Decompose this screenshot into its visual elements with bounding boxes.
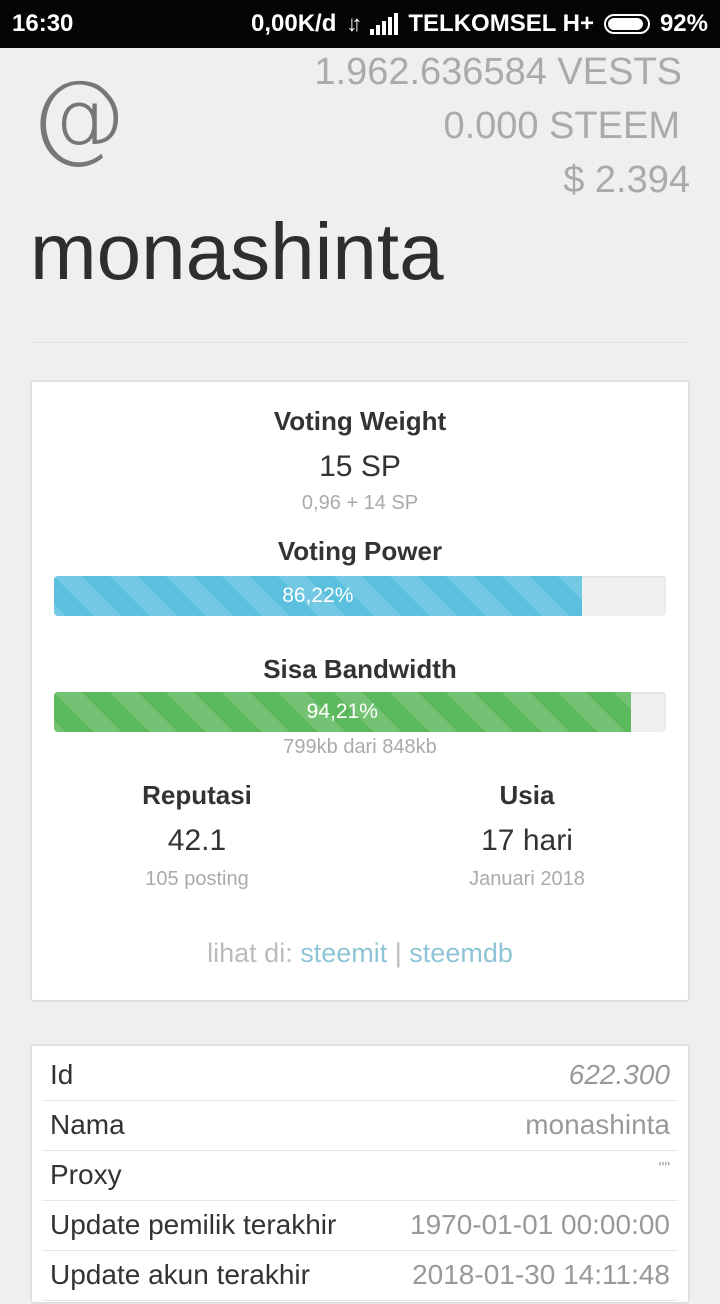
bandwidth-detail: 799kb dari 848kb (283, 736, 437, 758)
age-label: Usia (499, 780, 555, 810)
account-details-table: Id 622.300 Nama monashinta Proxy "" Upda… (30, 1044, 690, 1304)
voting-weight-detail: 0,96 + 14 SP (301, 492, 419, 514)
voting-power-label: Voting Power (277, 536, 443, 566)
account-stats-card: Voting Weight 15 SP 0,96 + 14 SP Voting … (30, 380, 690, 1002)
data-transfer-icon: ↓↑ (346, 11, 362, 36)
table-row: Update pemilik terakhir 1970-01-01 00:00… (42, 1200, 678, 1251)
steemdb-link[interactable]: steemdb (409, 938, 513, 968)
row-key: Nama (50, 1109, 125, 1140)
row-key: Update akun terakhir (50, 1259, 310, 1290)
external-links: lihat di: steemit | steemdb (32, 938, 688, 969)
table-row: Nama monashinta (42, 1100, 678, 1151)
username-title: monashinta (30, 207, 444, 296)
table-row: Update akun terakhir 2018-01-30 14:11:48 (42, 1250, 678, 1301)
row-value: 2018-01-30 14:11:48 (412, 1259, 670, 1290)
table-row: Id 622.300 (42, 1050, 678, 1101)
bandwidth-label: Sisa Bandwidth (263, 654, 457, 684)
status-time: 16:30 (12, 10, 74, 37)
steem-balance: 0.000 STEEM (443, 105, 680, 147)
header-divider (30, 342, 690, 343)
age-value: 17 hari (481, 824, 573, 857)
row-value: 1970-01-01 00:00:00 (410, 1209, 670, 1240)
bandwidth-bar: 94,21% (54, 692, 666, 732)
voting-weight-label: Voting Weight (273, 406, 447, 436)
signal-icon (370, 13, 399, 35)
battery-icon (603, 14, 650, 34)
usd-balance: $ 2.394 (563, 159, 690, 201)
row-value: "" (658, 1160, 670, 1177)
row-value: monashinta (525, 1109, 670, 1140)
bandwidth-fill: 94,21% (54, 692, 631, 732)
battery-percent: 92% (659, 10, 708, 37)
row-key: Proxy (50, 1159, 122, 1190)
at-sign-icon: @ (30, 60, 126, 172)
links-prefix: lihat di: (207, 938, 293, 968)
row-value: 622.300 (568, 1059, 670, 1090)
reputation-label: Reputasi (142, 780, 252, 810)
status-bar: 16:30 0,00K/d ↓↑ TELKOMSEL H+ 92% (0, 0, 720, 48)
voting-weight-value: 15 SP (319, 450, 401, 483)
table-row: Proxy "" (42, 1150, 678, 1201)
age-detail: Januari 2018 (469, 868, 585, 890)
reputation-detail: 105 posting (145, 868, 249, 890)
network-speed: 0,00K/d (251, 10, 337, 37)
row-key: Id (50, 1059, 74, 1090)
row-key: Update pemilik terakhir (50, 1209, 337, 1240)
status-right: 0,00K/d ↓↑ TELKOMSEL H+ 92% (251, 0, 708, 48)
voting-power-fill: 86,22% (54, 576, 582, 616)
reputation-value: 42.1 (167, 824, 227, 857)
voting-power-bar: 86,22% (54, 576, 666, 616)
steemit-link[interactable]: steemit (300, 938, 387, 968)
vests-balance: 1.962.636584 VESTS (314, 51, 682, 93)
carrier-name: TELKOMSEL H+ (408, 10, 594, 37)
links-separator: | (394, 938, 402, 968)
